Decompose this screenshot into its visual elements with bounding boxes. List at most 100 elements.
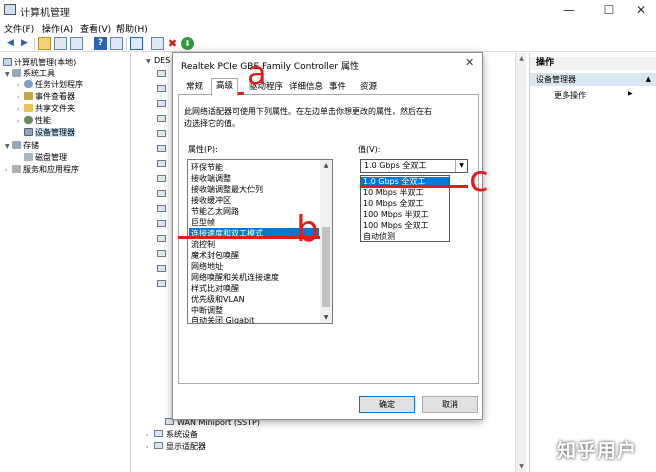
dropdown-arrow-icon[interactable]: ▼: [455, 160, 467, 172]
property-item[interactable]: 网络地址: [191, 261, 223, 272]
annotation-a: a: [247, 54, 267, 92]
property-item[interactable]: 环保节能: [191, 162, 223, 173]
scroll-up-icon[interactable]: ▲: [320, 160, 332, 171]
up-folder-icon[interactable]: [38, 37, 51, 50]
dialog-close-button[interactable]: ✕: [465, 56, 474, 69]
tree-item-task-scheduler[interactable]: › 任务计划程序: [17, 79, 83, 90]
window-titlebar: 计算机管理 — ☐ ✕: [0, 0, 656, 20]
annotation-underline-c: [360, 185, 468, 188]
device-category-icon[interactable]: [157, 265, 166, 272]
menu-file[interactable]: 文件(F): [4, 22, 34, 35]
cancel-button[interactable]: 取消: [422, 396, 478, 413]
value-option[interactable]: 100 Mbps 全双工: [363, 221, 429, 231]
scrollbar-thumb[interactable]: [322, 227, 330, 307]
property-item[interactable]: 节能乙太网路: [191, 206, 239, 217]
chevron-right-icon[interactable]: ›: [17, 104, 24, 115]
tree-item-performance[interactable]: › 性能: [17, 115, 51, 126]
tree-item-shared-folders[interactable]: › 共享文件夹: [17, 103, 75, 114]
property-item[interactable]: 接收端调整最大伫列: [191, 184, 263, 195]
chevron-right-icon[interactable]: ›: [5, 165, 12, 176]
tree-item-event-viewer[interactable]: › 事件查看器: [17, 91, 75, 102]
value-combobox[interactable]: 1.0 Gbps 全双工 ▼: [360, 159, 468, 173]
tab-advanced[interactable]: 高级: [211, 78, 239, 96]
back-icon[interactable]: ◀: [4, 37, 17, 50]
chevron-down-icon[interactable]: ▼: [146, 57, 154, 67]
tree-item-system-tools[interactable]: ▼ 系统工具: [5, 68, 55, 79]
event-viewer-icon: [24, 92, 33, 100]
forward-icon[interactable]: ▶: [18, 37, 31, 50]
scan-hardware-icon[interactable]: [130, 37, 143, 50]
device-category-icon[interactable]: [157, 70, 166, 77]
property-item[interactable]: 自动关闭 Gigabit: [191, 315, 254, 323]
property-item[interactable]: 网络唤醒和关机连接速度: [191, 272, 279, 283]
device-list-scrollbar[interactable]: ▲ ▼: [515, 53, 526, 472]
chevron-right-icon[interactable]: ›: [17, 80, 24, 91]
close-button[interactable]: ✕: [626, 2, 656, 18]
chevron-right-icon[interactable]: ›: [17, 116, 24, 127]
update-driver-icon[interactable]: [151, 37, 164, 50]
view-icon[interactable]: [110, 37, 123, 50]
actions-section-device-manager[interactable]: 设备管理器 ▲: [530, 73, 656, 86]
device-category-icon[interactable]: [157, 235, 166, 242]
chevron-right-icon[interactable]: ›: [17, 92, 24, 103]
computer-icon: [3, 58, 12, 66]
minimize-button[interactable]: —: [554, 2, 584, 18]
menu-view[interactable]: 查看(V): [80, 22, 111, 35]
property-item[interactable]: 流控制: [191, 239, 215, 250]
device-category-icon[interactable]: [157, 115, 166, 122]
scroll-down-icon[interactable]: ▼: [516, 461, 527, 472]
device-root[interactable]: ▼ DES: [146, 56, 170, 67]
collapse-up-icon[interactable]: ▲: [646, 73, 651, 86]
device-category-icon[interactable]: [157, 250, 166, 257]
device-category-icon[interactable]: [157, 220, 166, 227]
property-item[interactable]: 优先级和VLAN: [191, 294, 245, 305]
chevron-down-icon[interactable]: ▼: [5, 141, 12, 152]
property-item[interactable]: 巨型帧: [191, 217, 215, 228]
device-category-icon[interactable]: [157, 145, 166, 152]
device-category-icon[interactable]: [157, 160, 166, 167]
tab-resources[interactable]: 资源: [356, 80, 381, 95]
menu-action[interactable]: 操作(A): [42, 22, 73, 35]
device-category-system[interactable]: › 系统设备: [146, 430, 198, 441]
performance-icon: [24, 116, 33, 124]
device-category-icon[interactable]: [157, 100, 166, 107]
properties-scrollbar[interactable]: ▲ ▼: [320, 160, 332, 323]
ok-button[interactable]: 确定: [359, 396, 415, 413]
scroll-up-icon[interactable]: ▲: [516, 53, 527, 64]
value-option[interactable]: 自动侦测: [363, 232, 395, 242]
value-option[interactable]: 10 Mbps 半双工: [363, 188, 424, 198]
device-category-icon[interactable]: [157, 175, 166, 182]
tab-details[interactable]: 详细信息: [285, 80, 327, 95]
enable-device-icon[interactable]: ⬇: [181, 37, 194, 50]
chevron-right-icon[interactable]: ›: [146, 431, 154, 441]
chevron-right-icon[interactable]: ›: [146, 443, 154, 453]
device-category-icon[interactable]: [157, 280, 166, 287]
device-category-icon[interactable]: [157, 130, 166, 137]
device-category-icon[interactable]: [157, 85, 166, 92]
tree-item-device-manager[interactable]: 设备管理器: [24, 127, 75, 138]
tree-item-root[interactable]: 计算机管理(本地): [3, 57, 76, 68]
property-item[interactable]: 魔术封包唤醒: [191, 250, 239, 261]
uninstall-icon[interactable]: ✖: [166, 37, 179, 50]
tab-events[interactable]: 事件: [325, 80, 350, 95]
more-actions-link[interactable]: 更多操作 ▶: [554, 90, 633, 101]
chevron-down-icon[interactable]: ▼: [5, 69, 12, 80]
menu-help[interactable]: 帮助(H): [116, 22, 148, 35]
scroll-down-icon[interactable]: ▼: [320, 312, 332, 323]
device-category-icon[interactable]: [157, 190, 166, 197]
tab-general[interactable]: 常规: [182, 80, 207, 95]
properties-icon[interactable]: [70, 37, 83, 50]
device-category-display[interactable]: › 显示适配器: [146, 442, 206, 453]
property-item[interactable]: 接收端调整: [191, 173, 231, 184]
property-item[interactable]: 接收缓冲区: [191, 195, 231, 206]
property-item[interactable]: 样式比对唤醒: [191, 283, 239, 294]
help-icon[interactable]: ?: [94, 37, 107, 50]
value-option[interactable]: 100 Mbps 半双工: [363, 210, 429, 220]
value-option[interactable]: 10 Mbps 全双工: [363, 199, 424, 209]
tree-item-storage[interactable]: ▼ 存储: [5, 140, 39, 151]
tree-item-services-apps[interactable]: › 服务和应用程序: [5, 164, 79, 175]
maximize-button[interactable]: ☐: [594, 2, 624, 18]
tree-item-disk-management[interactable]: 磁盘管理: [24, 152, 67, 163]
show-hide-tree-icon[interactable]: [54, 37, 67, 50]
device-category-icon[interactable]: [157, 205, 166, 212]
